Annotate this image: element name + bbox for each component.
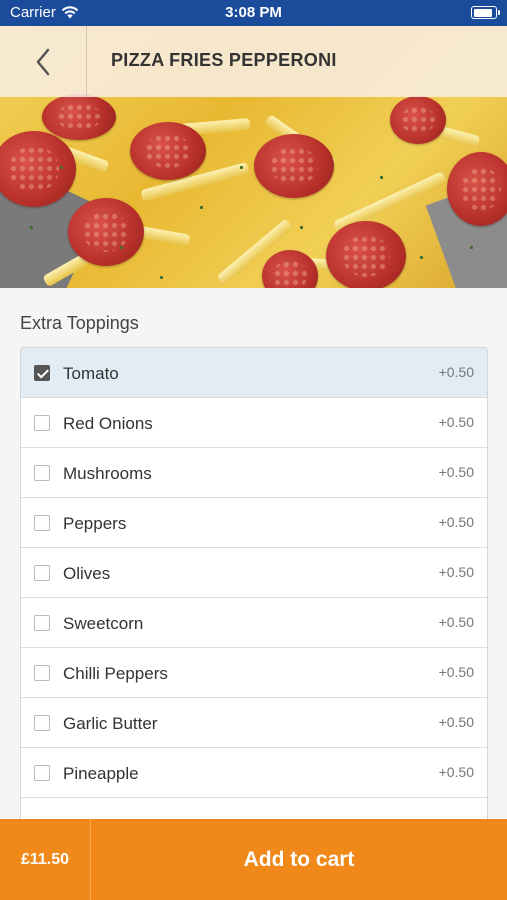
- checkbox[interactable]: [34, 465, 50, 481]
- page-title: PIZZA FRIES PEPPERONI: [111, 50, 337, 70]
- topping-name: Chilli Peppers: [63, 664, 168, 683]
- topping-row[interactable]: Chilli Peppers +0.50: [21, 648, 487, 698]
- navigation-bar: PIZZA FRIES PEPPERONI: [0, 26, 507, 97]
- add-to-cart-button[interactable]: Add to cart: [91, 819, 507, 900]
- topping-price: +0.50: [438, 664, 474, 680]
- topping-row[interactable]: Garlic Butter +0.50: [21, 698, 487, 748]
- battery-icon: [471, 6, 500, 19]
- topping-row[interactable]: Olives +0.50: [21, 548, 487, 598]
- topping-price: +0.50: [438, 564, 474, 580]
- checkbox[interactable]: [34, 665, 50, 681]
- topping-name: Tomato: [63, 364, 119, 383]
- clock: 3:08 PM: [225, 4, 282, 21]
- topping-name: Mushrooms: [63, 464, 152, 483]
- topping-row[interactable]: Tomato +0.50: [21, 348, 487, 398]
- topping-name: Peppers: [63, 514, 127, 533]
- cart-total-price: £11.50: [0, 819, 91, 900]
- topping-name: Garlic Butter: [63, 714, 158, 733]
- topping-row[interactable]: Pineapple +0.50: [21, 748, 487, 798]
- checkbox[interactable]: [34, 715, 50, 731]
- cart-bar: £11.50 Add to cart: [0, 819, 507, 900]
- topping-price: +0.50: [438, 714, 474, 730]
- checkbox[interactable]: [34, 515, 50, 531]
- topping-row[interactable]: Mushrooms +0.50: [21, 448, 487, 498]
- topping-name: Olives: [63, 564, 111, 583]
- toppings-list[interactable]: Tomato +0.50 Red Onions +0.50 Mushrooms …: [20, 347, 488, 819]
- topping-row-partial[interactable]: [21, 798, 487, 819]
- topping-row[interactable]: Sweetcorn +0.50: [21, 598, 487, 648]
- topping-row[interactable]: Red Onions +0.50: [21, 398, 487, 448]
- topping-name: Sweetcorn: [63, 614, 144, 633]
- checkbox[interactable]: [34, 415, 50, 431]
- topping-price: +0.50: [438, 614, 474, 630]
- section-title: Extra Toppings: [20, 313, 139, 333]
- checkbox[interactable]: [34, 565, 50, 581]
- topping-price: +0.50: [438, 764, 474, 780]
- topping-price: +0.50: [438, 464, 474, 480]
- back-button[interactable]: [0, 26, 87, 97]
- battery-level: [473, 8, 492, 17]
- topping-price: +0.50: [438, 414, 474, 430]
- topping-name: Pineapple: [63, 764, 139, 783]
- chevron-left-icon: [36, 48, 50, 75]
- topping-row[interactable]: Peppers +0.50: [21, 498, 487, 548]
- topping-price: +0.50: [438, 514, 474, 530]
- status-bar: Carrier 3:08 PM: [0, 0, 507, 26]
- checkbox[interactable]: [34, 765, 50, 781]
- topping-price: +0.50: [438, 364, 474, 380]
- checkbox[interactable]: [34, 615, 50, 631]
- topping-name: Red Onions: [63, 414, 153, 433]
- checkbox[interactable]: [34, 365, 50, 381]
